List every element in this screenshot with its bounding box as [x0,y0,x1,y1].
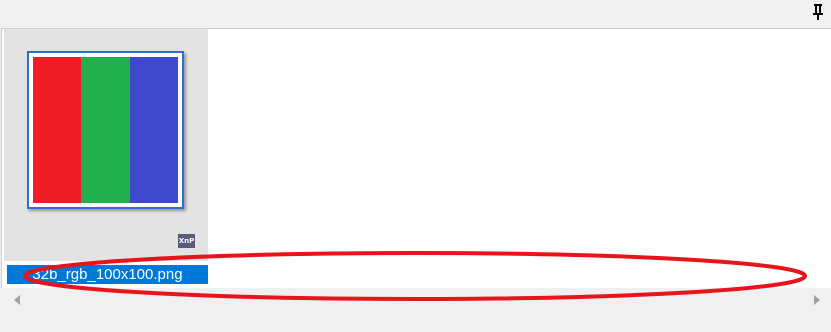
file-name-label[interactable]: 32b_rgb_100x100.png [7,265,208,284]
thumbnail-stripe-blue [129,57,178,203]
thumbnail-panel: XnP 32b_rgb_100x100.png [1,28,831,312]
thumbnail-stripe-green [81,57,130,203]
scroll-left-arrow-icon[interactable] [14,295,20,305]
thumbnail-frame[interactable] [27,51,184,209]
thumbnail-item[interactable]: XnP [4,29,208,261]
horizontal-scrollbar[interactable] [4,290,831,312]
thumbnail-stripe-red [33,57,82,203]
thumbnail-image [33,57,178,203]
xnview-badge-icon: XnP [178,234,195,248]
scroll-right-arrow-icon[interactable] [814,295,820,305]
pin-icon[interactable] [811,3,825,21]
